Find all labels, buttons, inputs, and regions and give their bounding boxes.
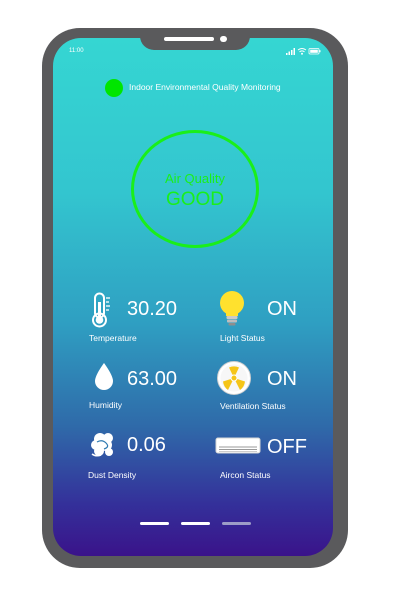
status-indicator-icon [105, 79, 123, 97]
air-quality-value: GOOD [165, 189, 225, 210]
speaker-grille [164, 37, 214, 41]
page-indicator-1[interactable] [140, 522, 169, 525]
humidity-value: 63.00 [127, 368, 178, 390]
light-bulb-icon [220, 291, 244, 326]
status-time: 11:00 [69, 48, 84, 54]
battery-icon [308, 48, 321, 55]
aircon-icon [215, 437, 261, 454]
thermometer-icon [92, 292, 110, 328]
signal-icon [286, 48, 295, 55]
temperature-value: 30.20 [127, 298, 178, 320]
light-status-value: ON [267, 298, 297, 320]
ventilation-status-label: Ventilation Status [220, 401, 286, 411]
ventilation-status-value: ON [267, 368, 297, 390]
aircon-status-value: OFF [267, 436, 307, 458]
humidity-label: Humidity [89, 400, 123, 410]
page-title: Indoor Environmental Quality Monitoring [129, 82, 281, 92]
water-drop-icon [95, 363, 113, 390]
dust-cloud-icon [91, 433, 113, 457]
air-quality-label: Air Quality [165, 171, 225, 186]
page-indicator-3[interactable] [222, 522, 251, 525]
wifi-icon [297, 48, 307, 55]
dust-density-label: Dust Density [88, 470, 137, 480]
page-indicator-2[interactable] [181, 522, 210, 525]
temperature-label: Temperature [89, 333, 137, 343]
aircon-status-label: Aircon Status [220, 470, 271, 480]
dust-density-value: 0.06 [127, 434, 166, 456]
status-icons [286, 48, 321, 55]
front-camera [220, 36, 227, 42]
fan-icon [217, 361, 251, 395]
light-status-label: Light Status [220, 333, 265, 343]
